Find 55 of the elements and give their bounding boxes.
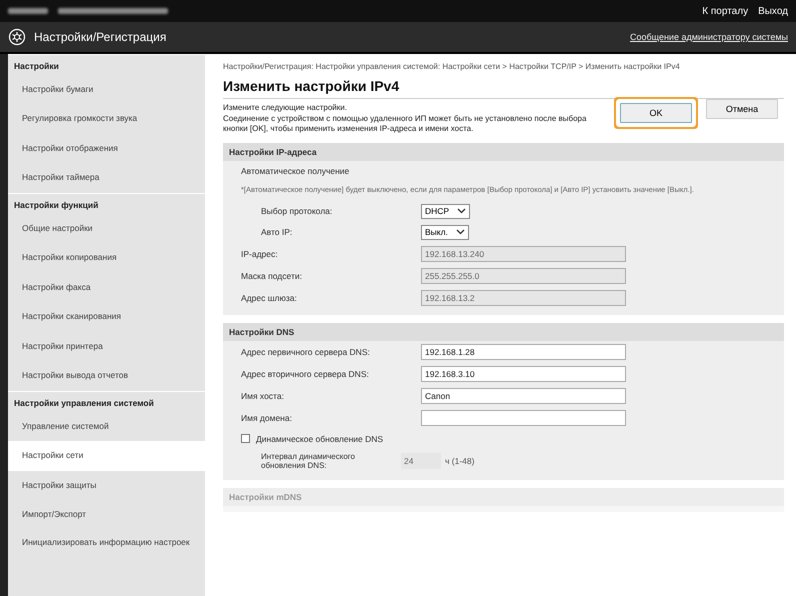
field-label: Интервал динамического обновления DNS: [261, 452, 356, 471]
field-label: Авто IP: [261, 227, 294, 238]
sidebar-item[interactable]: Настройки защиты [8, 470, 205, 500]
checkbox[interactable] [241, 434, 250, 444]
sidebar-group-title: Настройки функций [8, 192, 205, 214]
top-link[interactable]: Выход [758, 6, 788, 16]
admin-message-link[interactable]: Сообщение администратору системы [630, 32, 788, 42]
page-header-title: Настройки/Регистрация [34, 30, 166, 44]
section-header: Настройки mDNS [223, 488, 784, 506]
field-label: Имя хоста: [241, 390, 285, 401]
input-field[interactable]: Canon [421, 388, 626, 404]
sidebar-item[interactable]: Настройки принтера [8, 332, 205, 362]
field-label: Маска подсети: [241, 270, 303, 281]
sidebar-item[interactable]: Общие настройки [8, 214, 205, 244]
sidebar-group-title: Настройки управления системой [8, 390, 205, 412]
input-field[interactable]: 255.255.255.0 [421, 268, 626, 284]
sidebar-item[interactable]: Настройки копирования [8, 243, 205, 273]
input-field[interactable]: 192.168.13.240 [421, 246, 626, 262]
input-field[interactable]: 24 [401, 453, 441, 470]
field-label: Выбор протокола: [261, 206, 334, 216]
sidebar-item[interactable]: Регулировка громкости звука [8, 104, 205, 134]
breadcrumb: Настройки/Регистрация: Настройки управления системой: Настройки сети > Настройки TCP/IP > Изменить настройки IPv4 [223, 62, 681, 72]
section-header: Настройки DNS [223, 322, 784, 341]
field-label: Имя домена: [241, 412, 293, 423]
dropdown[interactable]: DHCP [421, 204, 470, 219]
field-label: Адрес шлюза: [241, 292, 298, 303]
unit-text: ч (1-48) [445, 456, 474, 466]
sidebar-item[interactable]: Управление системой [8, 412, 205, 442]
checkbox-label: Динамическое обновление DNS [256, 434, 384, 444]
field-label: Адрес вторичного сервера DNS: [241, 368, 370, 379]
field-label: IP-адрес: [241, 248, 279, 259]
sidebar-item[interactable]: Настройки таймера [8, 163, 205, 193]
sidebar-item[interactable]: Настройки факса [8, 272, 205, 302]
dropdown[interactable]: Выкл. [421, 224, 469, 240]
subheading: Автоматическое получение [241, 166, 350, 176]
input-field[interactable]: 192.168.3.10 [421, 366, 626, 382]
input-field[interactable]: 192.168.1.28 [421, 344, 626, 360]
chevron-icon [457, 208, 466, 214]
cancel-button[interactable]: Отмена [706, 99, 778, 120]
sidebar-item[interactable]: Настройки вывода отчетов [8, 361, 205, 391]
input-field[interactable]: 192.168.13.2 [421, 290, 626, 306]
sidebar-item[interactable]: Настройки бумаги [8, 75, 205, 104]
sidebar-item[interactable]: Настройки сканирования [8, 302, 205, 332]
sidebar-item[interactable]: Настройки сети [8, 441, 205, 471]
chevron-icon [456, 229, 465, 236]
sidebar-item[interactable]: Настройки отображения [8, 134, 205, 164]
sidebar-item[interactable]: Импорт/Экспорт [8, 500, 205, 530]
sidebar-item[interactable]: Инициализировать информацию настроек [8, 530, 205, 556]
sidebar-group-title: Настройки [8, 54, 205, 75]
top-link[interactable]: К порталу [702, 6, 748, 16]
gear-icon [8, 28, 26, 46]
field-label: Адрес первичного сервера DNS: [241, 346, 371, 357]
section-header: Настройки IP-адреса [223, 142, 784, 161]
description-text: Измените следующие настройки. Соединение с устройством с помощью удаленного ИП может быть не установлено после выбора кнопки [OK], чтобы применить изменения IP-адреса и имени хоста. [223, 103, 588, 135]
input-field[interactable] [421, 410, 626, 426]
